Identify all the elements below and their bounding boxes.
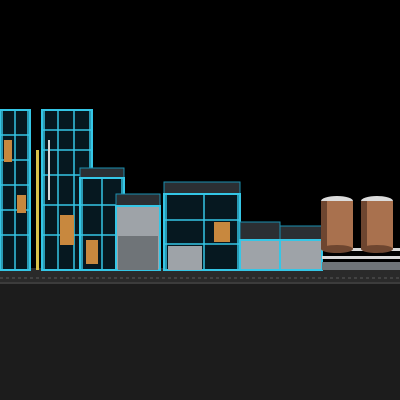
- vessel-left-2: [17, 195, 26, 213]
- vessel-left-1: [4, 140, 12, 162]
- center-vessel: [214, 222, 230, 242]
- building-2-roof: [239, 221, 281, 241]
- mid-vessel: [86, 240, 98, 264]
- tank-1-base: [321, 245, 353, 253]
- center-roof: [163, 181, 241, 195]
- process-structure-center: [163, 181, 241, 271]
- building-3-wall: [280, 240, 322, 270]
- building-3-roof: [279, 225, 323, 241]
- vertical-pipe-white: [48, 140, 50, 200]
- pipe-rack-line-2: [322, 256, 400, 259]
- mid-roof: [79, 167, 125, 179]
- building-1-lower-wall: [118, 236, 158, 270]
- concrete-building-2: [239, 221, 281, 271]
- center-concrete-base: [168, 246, 202, 270]
- plant-scene: [0, 0, 400, 400]
- tank-2-shade: [361, 201, 367, 249]
- tank-2-base: [361, 245, 393, 253]
- model-viewport: [0, 0, 400, 400]
- concrete-building-3: [279, 225, 323, 271]
- tank-1-shade: [321, 201, 327, 249]
- ground: [0, 268, 400, 400]
- storage-tank-1: [321, 196, 353, 253]
- building-2-wall: [240, 240, 280, 270]
- storage-tank-2: [361, 196, 393, 253]
- tank-foundation: [322, 262, 400, 270]
- ground-plane: [0, 282, 400, 400]
- process-tower-left: [0, 109, 31, 271]
- building-1-roof: [115, 193, 161, 207]
- vertical-pipe-yellow: [36, 150, 39, 270]
- concrete-building-1: [115, 193, 161, 271]
- reactor-vessel: [60, 215, 74, 245]
